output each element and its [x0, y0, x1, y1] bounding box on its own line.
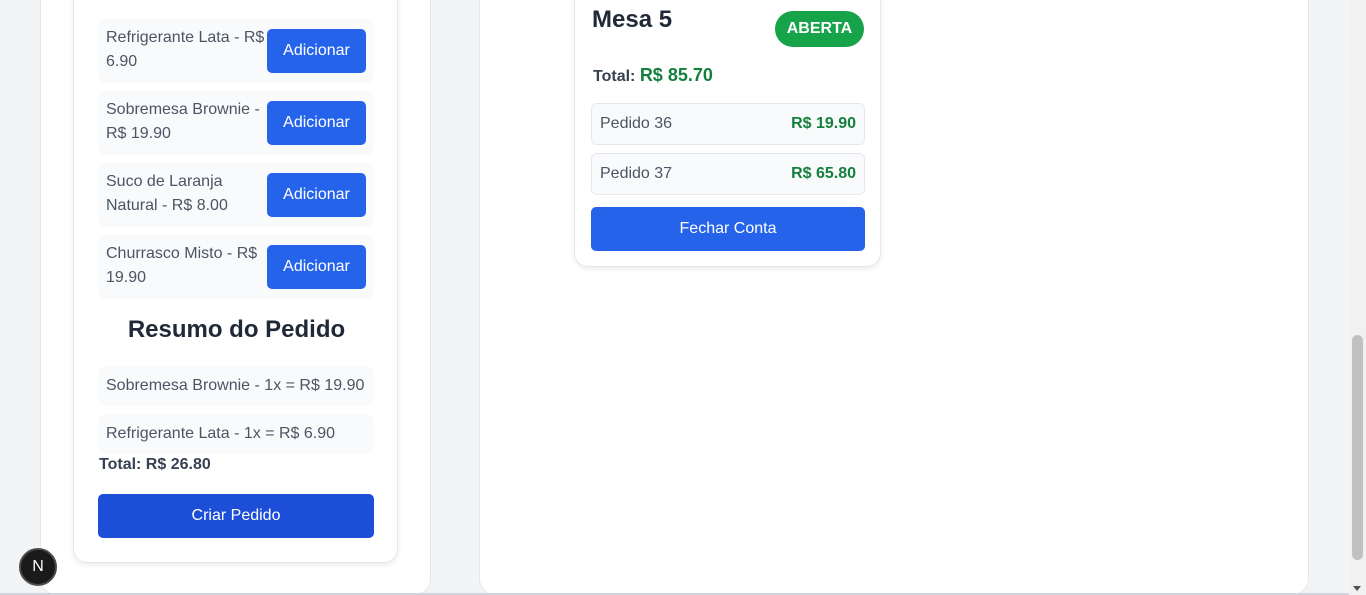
add-item-button[interactable]: Adicionar: [267, 173, 366, 217]
summary-item: Refrigerante Lata - 1x = R$ 6.90: [98, 414, 374, 454]
order-row: Pedido 37 R$ 65.80: [591, 153, 865, 195]
menu-item-label: Suco de Laranja Natural - R$ 8.00: [106, 173, 228, 214]
menu-item: Churrasco Misto - R$ 19.90 Adicionar: [98, 235, 374, 299]
order-price: R$ 65.80: [791, 165, 856, 182]
create-order-button[interactable]: Criar Pedido: [98, 494, 374, 538]
menu-item: Suco de Laranja Natural - R$ 8.00 Adicio…: [98, 163, 374, 227]
table-title: Mesa 5: [592, 6, 673, 33]
summary-title: Resumo do Pedido: [127, 316, 346, 343]
menu-item: Refrigerante Lata - R$ 6.90 Adicionar: [98, 19, 374, 83]
menu-item: Sobremesa Brownie - R$ 19.90 Adicionar: [98, 91, 374, 155]
add-item-button[interactable]: Adicionar: [267, 101, 366, 145]
table-total-label: Total:: [593, 68, 636, 85]
order-name: Pedido 37: [600, 165, 673, 182]
summary-item: Sobremesa Brownie - 1x = R$ 19.90: [98, 366, 374, 406]
status-badge: ABERTA: [775, 11, 864, 47]
vertical-scrollbar[interactable]: [1349, 0, 1366, 595]
table-card: Mesa 5 ABERTA Total: R$ 85.70 Pedido 36 …: [574, 0, 881, 267]
menu-item-label: Churrasco Misto - R$ 19.90: [106, 245, 258, 286]
order-price: R$ 19.90: [791, 115, 856, 132]
scrollbar-thumb[interactable]: [1352, 335, 1363, 560]
close-bill-button[interactable]: Fechar Conta: [591, 207, 865, 251]
add-item-button[interactable]: Adicionar: [267, 245, 366, 289]
menu-card: Refrigerante Lata - R$ 6.90 Adicionar So…: [73, 0, 398, 563]
table-total-value: R$ 85.70: [639, 65, 713, 85]
menu-item-label: Refrigerante Lata - R$ 6.90: [106, 29, 265, 70]
menu-item-label: Sobremesa Brownie - R$ 19.90: [106, 101, 260, 142]
add-item-button[interactable]: Adicionar: [267, 29, 366, 73]
summary-total: Total: R$ 26.80: [99, 456, 211, 473]
scroll-down-arrow-icon[interactable]: [1353, 586, 1361, 591]
table-total: Total: R$ 85.70: [593, 65, 713, 86]
order-name: Pedido 36: [600, 115, 673, 132]
nextjs-logo-icon[interactable]: N: [19, 548, 57, 586]
order-row: Pedido 36 R$ 19.90: [591, 103, 865, 145]
